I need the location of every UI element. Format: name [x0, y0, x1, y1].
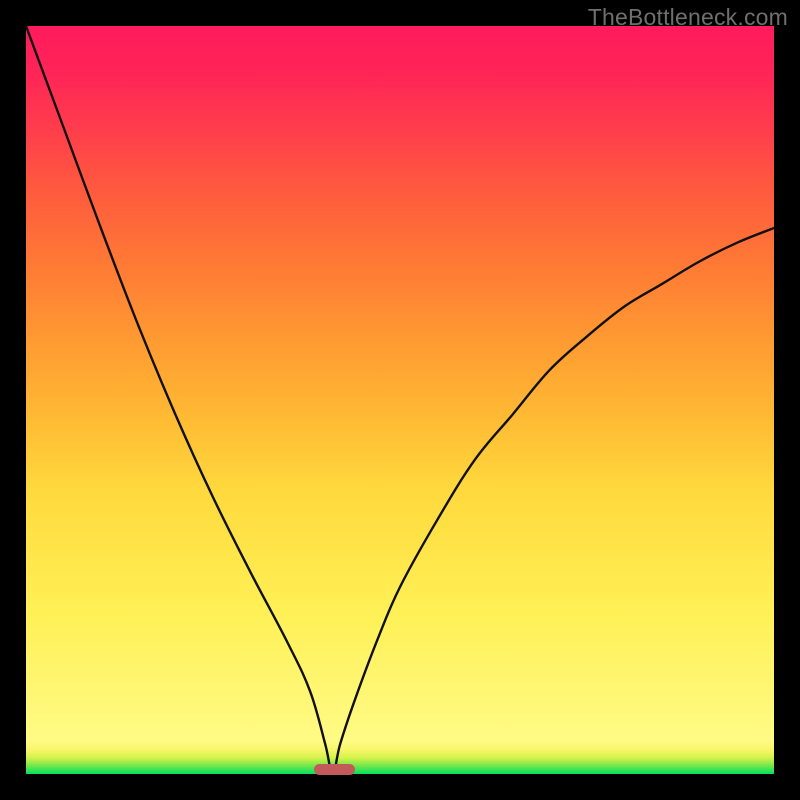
optimum-marker	[314, 764, 355, 775]
bottleneck-curve-path	[26, 26, 774, 774]
plot-area	[26, 26, 774, 774]
chart-container: TheBottleneck.com	[0, 0, 800, 800]
bottleneck-curve	[26, 26, 774, 774]
watermark-text: TheBottleneck.com	[588, 4, 788, 31]
